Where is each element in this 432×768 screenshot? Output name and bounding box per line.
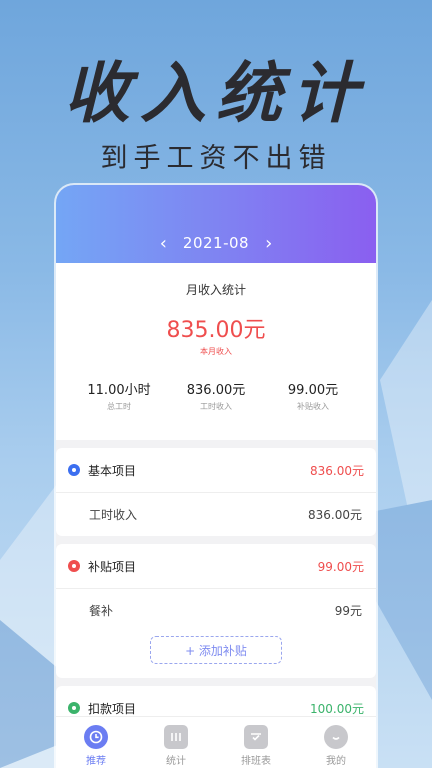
subsidy-items-header[interactable]: 补贴项目 99.00元 xyxy=(56,544,376,589)
tab-statistics[interactable]: 统计 xyxy=(146,725,206,767)
chevron-left-icon[interactable]: ‹ xyxy=(160,233,167,254)
item-name: 餐补 xyxy=(89,604,114,618)
tab-recommend[interactable]: 推荐 xyxy=(66,725,126,767)
section-total: 100.00元 xyxy=(310,701,364,716)
calendar-check-icon xyxy=(244,725,268,749)
list-item[interactable]: 餐补 99元 xyxy=(56,589,376,632)
item-value: 836.00元 xyxy=(308,508,362,522)
hero-subtitle: 到手工资不出错 xyxy=(100,143,332,174)
section-title: 补贴项目 xyxy=(88,559,137,574)
stat-hour-income: 836.00元 工时收入 xyxy=(171,379,261,412)
monthly-summary: 月收入统计 835.00元 本月收入 11.00小时 总工时 836.00元 工… xyxy=(56,263,376,440)
subsidy-items-section: 补贴项目 99.00元 餐补 99元 + 添加补贴 xyxy=(56,544,376,678)
item-name: 工时收入 xyxy=(89,508,138,522)
monthly-income-amount: 835.00元 xyxy=(166,318,266,343)
section-total: 99.00元 xyxy=(317,559,364,574)
stat-total-hours: 11.00小时 总工时 xyxy=(74,379,164,412)
clock-icon xyxy=(84,725,108,749)
tab-label: 推荐 xyxy=(86,756,106,767)
deduction-items-icon xyxy=(68,702,80,714)
basic-items-section: 基本项目 836.00元 工时收入 836.00元 xyxy=(56,448,376,536)
item-value: 99元 xyxy=(334,604,362,618)
chevron-right-icon[interactable]: › xyxy=(265,233,272,254)
basic-items-icon xyxy=(68,464,80,476)
stat-value: 99.00元 xyxy=(287,383,339,398)
phone-screen: ‹ 2021-08 › 月收入统计 835.00元 本月收入 11.00小时 总… xyxy=(56,185,376,768)
tab-label: 我的 xyxy=(326,756,346,767)
tab-label: 统计 xyxy=(166,756,186,767)
chart-icon xyxy=(164,725,188,749)
stat-value: 11.00小时 xyxy=(87,383,151,398)
add-subsidy-button[interactable]: + 添加补贴 xyxy=(150,636,282,664)
basic-items-header[interactable]: 基本项目 836.00元 xyxy=(56,448,376,493)
summary-stats: 11.00小时 总工时 836.00元 工时收入 99.00元 补贴收入 xyxy=(56,379,376,412)
smile-icon xyxy=(324,725,348,749)
section-title: 基本项目 xyxy=(88,463,137,478)
current-month: 2021-08 xyxy=(182,234,250,252)
section-total: 836.00元 xyxy=(310,463,364,478)
stat-subsidy-income: 99.00元 补贴收入 xyxy=(268,379,358,412)
subsidy-items-icon xyxy=(68,560,80,572)
list-item[interactable]: 工时收入 836.00元 xyxy=(56,493,376,536)
section-title: 扣款项目 xyxy=(88,701,137,716)
stat-label: 总工时 xyxy=(107,402,131,411)
bottom-tab-bar: 推荐 统计 排班表 我的 xyxy=(56,716,376,768)
tab-mine[interactable]: 我的 xyxy=(306,725,366,767)
tab-schedule[interactable]: 排班表 xyxy=(226,725,286,767)
summary-title: 月收入统计 xyxy=(185,283,246,297)
tab-label: 排班表 xyxy=(241,756,271,767)
stat-label: 补贴收入 xyxy=(297,402,329,411)
stat-value: 836.00元 xyxy=(186,383,246,398)
hero-title: 收入统计 xyxy=(64,55,368,132)
stat-label: 工时收入 xyxy=(200,402,232,411)
month-selector: ‹ 2021-08 › xyxy=(56,185,376,263)
monthly-income-label: 本月收入 xyxy=(200,347,232,356)
